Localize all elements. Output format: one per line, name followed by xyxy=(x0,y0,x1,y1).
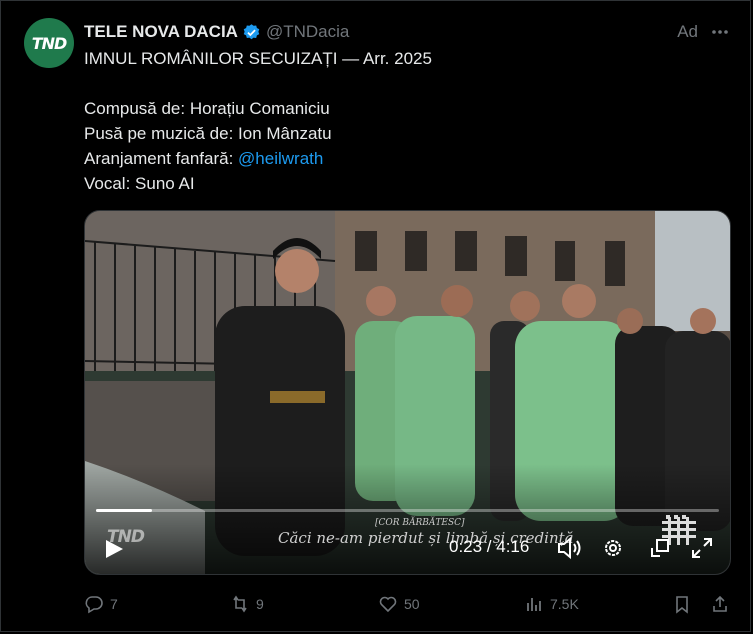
user-handle[interactable]: @TNDacia xyxy=(266,22,349,42)
reply-icon xyxy=(85,596,103,614)
arrangement-line: Aranjament fanfară: @heilwrath xyxy=(84,146,724,171)
repost-count: 9 xyxy=(256,596,264,612)
progress-fill xyxy=(96,509,153,512)
avatar[interactable]: TND xyxy=(24,18,74,68)
reply-button[interactable]: 7 xyxy=(84,591,118,617)
time-display: 0:23 / 4:16 xyxy=(449,537,530,556)
repost-icon xyxy=(233,595,247,613)
views-button[interactable]: 7.5K xyxy=(524,591,579,617)
post-title-line: IMNUL ROMÂNILOR SECUIZAȚI — Arr. 2025 xyxy=(84,49,432,68)
fullscreen-icon[interactable] xyxy=(690,536,714,560)
share-button[interactable] xyxy=(710,591,730,617)
views-count: 7.5K xyxy=(550,596,579,612)
progress-bar[interactable] xyxy=(96,509,719,512)
play-icon[interactable] xyxy=(103,538,125,560)
like-count: 50 xyxy=(404,596,420,612)
repost-button[interactable]: 9 xyxy=(230,591,264,617)
caption-tag: [COR BĂRBĂTESC] xyxy=(375,518,465,528)
volume-icon[interactable] xyxy=(557,536,583,560)
more-icon[interactable] xyxy=(710,22,730,42)
post-card[interactable]: TND TELE NOVA DACIA @TNDacia Ad IMNUL RO… xyxy=(0,0,751,632)
post-header: TELE NOVA DACIA @TNDacia Ad xyxy=(84,20,730,44)
settings-icon[interactable] xyxy=(602,537,624,559)
like-button[interactable]: 50 xyxy=(378,591,420,617)
video-player[interactable]: TND [COR BĂRBĂTESC] Căci ne-am pierdut ș… xyxy=(84,210,731,575)
post-text: IMNUL ROMÂNILOR SECUIZAȚI — Arr. 2025 Co… xyxy=(84,46,724,196)
action-bar: 7 9 50 7.5K xyxy=(84,591,734,617)
mention-link[interactable]: @heilwrath xyxy=(238,149,323,168)
avatar-logo-text: TND xyxy=(31,33,68,53)
reply-count: 7 xyxy=(110,596,118,612)
views-icon xyxy=(527,598,541,611)
lyrics-line: Pusă pe muzică de: Ion Mânzatu xyxy=(84,124,332,143)
display-name[interactable]: TELE NOVA DACIA xyxy=(84,22,238,42)
arrangement-label: Aranjament fanfară: xyxy=(84,149,239,168)
bookmark-icon xyxy=(676,596,688,614)
bookmark-button[interactable] xyxy=(672,591,692,617)
pip-icon[interactable] xyxy=(649,537,671,559)
vocal-line: Vocal: Suno AI xyxy=(84,174,195,193)
verified-badge-icon[interactable] xyxy=(242,23,261,42)
share-icon xyxy=(713,595,727,612)
ad-label: Ad xyxy=(677,22,698,41)
composer-line: Compusă de: Horațiu Comaniciu xyxy=(84,99,330,118)
like-icon xyxy=(379,596,397,613)
